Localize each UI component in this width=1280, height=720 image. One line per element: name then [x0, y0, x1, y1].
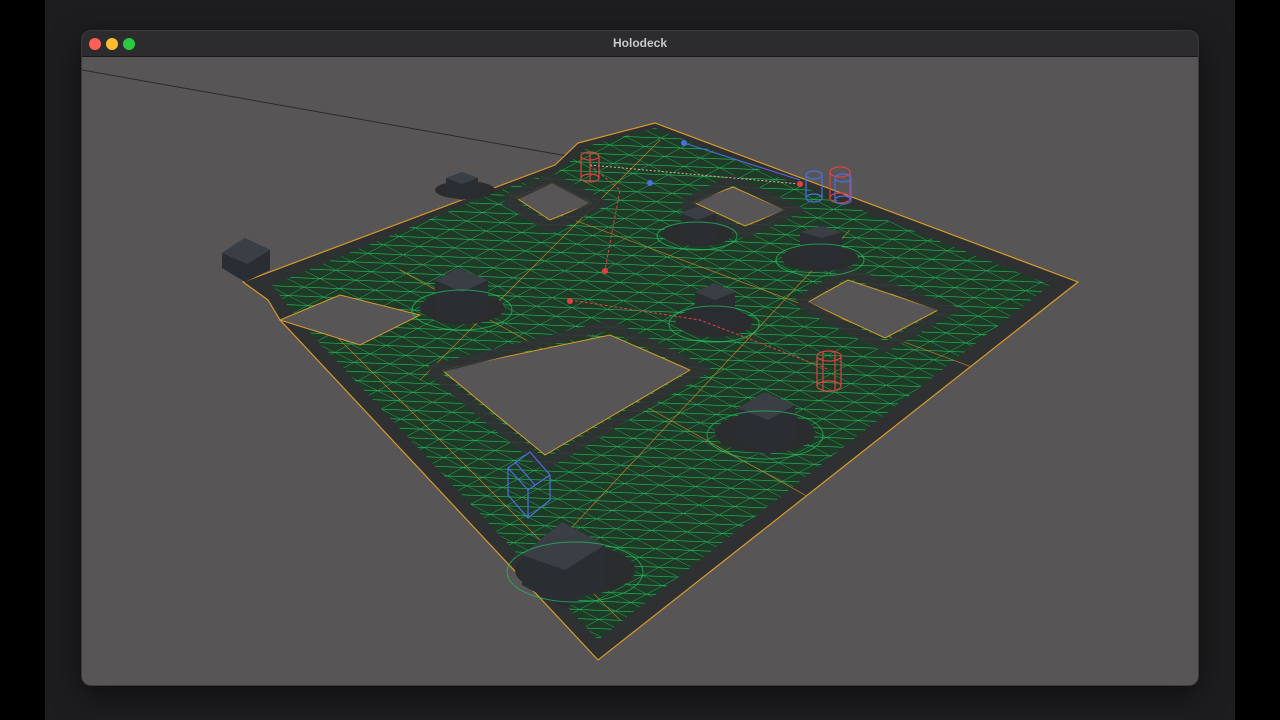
waypoint-marker — [797, 181, 803, 187]
waypoint-marker — [567, 298, 573, 304]
waypoint-marker — [647, 180, 653, 186]
waypoint-marker — [602, 268, 608, 274]
minimize-button[interactable] — [106, 38, 118, 50]
window-title: Holodeck — [612, 36, 667, 50]
3d-viewport[interactable] — [82, 57, 1198, 685]
close-button[interactable] — [89, 38, 101, 50]
waypoint-marker — [681, 140, 687, 146]
holodeck-window: Holodeck — [82, 31, 1198, 685]
maximize-button[interactable] — [123, 38, 135, 50]
desktop-background: Holodeck — [0, 0, 1280, 720]
scene-canvas[interactable] — [82, 57, 1198, 685]
window-titlebar[interactable]: Holodeck — [82, 31, 1198, 57]
